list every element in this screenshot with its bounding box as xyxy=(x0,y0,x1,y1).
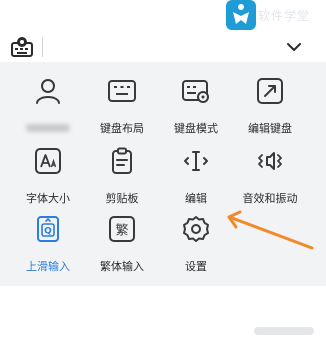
keyboard-settings-icon[interactable] xyxy=(8,34,36,60)
swipe-up-input-icon: Q xyxy=(33,214,63,244)
watermark-logo xyxy=(226,0,256,30)
menu-item-clipboard[interactable]: 剪贴板 xyxy=(86,146,158,218)
menu-item-label: 设置 xyxy=(185,260,207,273)
settings-gear-icon xyxy=(181,214,211,244)
toolbar-divider xyxy=(42,37,43,57)
keyboard-toolbar xyxy=(0,32,326,63)
keyboard-layout-icon xyxy=(107,76,137,106)
edit-keyboard-icon xyxy=(255,76,285,106)
menu-item-account[interactable] xyxy=(12,76,84,148)
menu-item-traditional-input[interactable]: 繁 繁体输入 xyxy=(86,214,158,286)
menu-item-label: 繁体输入 xyxy=(100,260,144,273)
menu-item-label: 编辑键盘 xyxy=(248,122,292,135)
blurred-username xyxy=(26,124,70,132)
svg-text:Q: Q xyxy=(44,227,52,237)
menu-item-swipe-up-input[interactable]: Q 上滑输入 xyxy=(12,214,84,286)
orange-arrow-annotation xyxy=(227,210,314,250)
menu-item-label: 字体大小 xyxy=(26,192,70,205)
clipboard-icon xyxy=(107,146,137,176)
menu-item-edit-keyboard[interactable]: 编辑键盘 xyxy=(234,76,306,148)
menu-item-keyboard-layout[interactable]: 键盘布局 xyxy=(86,76,158,148)
menu-item-label: 键盘布局 xyxy=(100,122,144,135)
menu-item-label: 上滑输入 xyxy=(26,260,70,273)
watermark-text: 软件学堂 xyxy=(258,9,311,23)
sound-vibration-icon xyxy=(255,146,285,176)
traditional-input-icon: 繁 xyxy=(107,214,137,244)
menu-item-label: 键盘模式 xyxy=(174,122,218,135)
user-icon xyxy=(33,76,63,106)
menu-item-font-size[interactable]: 字体大小 xyxy=(12,146,84,218)
top-area: 软件学堂 xyxy=(0,0,326,34)
menu-item-keyboard-mode[interactable]: 键盘模式 xyxy=(160,76,232,148)
traditional-glyph: 繁 xyxy=(115,223,128,239)
chevron-down-icon[interactable] xyxy=(282,36,306,58)
watermark-text-bottom xyxy=(254,324,314,341)
menu-item-label: 剪贴板 xyxy=(105,192,139,205)
text-cursor-icon xyxy=(181,146,211,176)
font-size-icon xyxy=(33,146,63,176)
keyboard-mode-icon xyxy=(181,76,211,106)
